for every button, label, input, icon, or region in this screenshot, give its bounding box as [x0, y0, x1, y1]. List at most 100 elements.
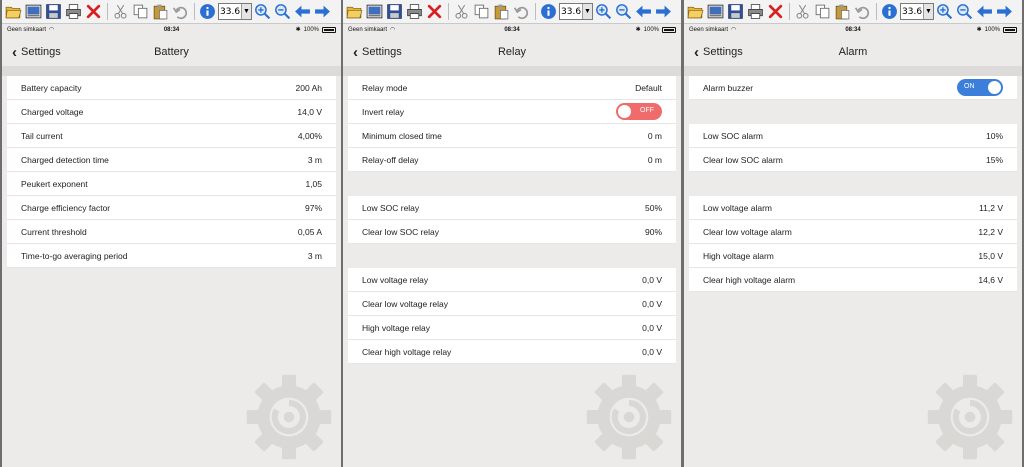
- setting-row-clear-high-voltage-relay[interactable]: Clear high voltage relay 0,0 V: [348, 340, 676, 364]
- setting-row-clear-low-voltage-relay[interactable]: Clear low voltage relay 0,0 V: [348, 292, 676, 316]
- setting-row-high-voltage-alarm[interactable]: High voltage alarm 15,0 V: [689, 244, 1017, 268]
- back-arrow-button[interactable]: [634, 2, 653, 21]
- status-bar: Geen simkaart ◠ 08:34 ✱ 100%: [2, 24, 341, 35]
- toggle-switch[interactable]: OFF: [616, 103, 662, 120]
- setting-row-low-voltage-alarm[interactable]: Low voltage alarm 11,2 V: [689, 196, 1017, 220]
- forward-arrow-button[interactable]: [995, 2, 1014, 21]
- setting-row-battery-capacity[interactable]: Battery capacity 200 Ah: [7, 76, 336, 100]
- chevron-down-icon[interactable]: ▼: [241, 4, 251, 19]
- setting-row-clear-high-voltage-alarm[interactable]: Clear high voltage alarm 14,6 V: [689, 268, 1017, 292]
- paste-button[interactable]: [833, 2, 852, 21]
- zoom-in-button[interactable]: [594, 2, 613, 21]
- setting-row-minimum-closed-time[interactable]: Minimum closed time 0 m: [348, 124, 676, 148]
- back-button[interactable]: ‹ Settings: [353, 45, 402, 60]
- setting-row-current-threshold[interactable]: Current threshold 0,05 A: [7, 220, 336, 244]
- zoom-out-icon: [615, 3, 632, 20]
- zoom-in-button[interactable]: [253, 2, 272, 21]
- copy-button[interactable]: [472, 2, 491, 21]
- setting-row-charged-voltage[interactable]: Charged voltage 14,0 V: [7, 100, 336, 124]
- image-icon: [707, 3, 724, 20]
- print-button[interactable]: [746, 2, 765, 21]
- setting-row-low-soc-alarm[interactable]: Low SOC alarm 10%: [689, 124, 1017, 148]
- setting-row-charge-efficiency-factor[interactable]: Charge efficiency factor 97%: [7, 196, 336, 220]
- print-button[interactable]: [64, 2, 83, 21]
- info-button[interactable]: [539, 2, 558, 21]
- zoom-out-button[interactable]: [273, 2, 292, 21]
- undo-button[interactable]: [512, 2, 531, 21]
- toggle-switch[interactable]: ON: [957, 79, 1003, 96]
- forward-arrow-button[interactable]: [654, 2, 673, 21]
- image-button[interactable]: [24, 2, 43, 21]
- zoom-in-button[interactable]: [935, 2, 954, 21]
- zoom-out-icon: [956, 3, 973, 20]
- zoom-out-button[interactable]: [614, 2, 633, 21]
- setting-row-clear-low-soc-relay[interactable]: Clear low SOC relay 90%: [348, 220, 676, 244]
- save-button[interactable]: [44, 2, 63, 21]
- delete-button[interactable]: [766, 2, 785, 21]
- setting-row-high-voltage-relay[interactable]: High voltage relay 0,0 V: [348, 316, 676, 340]
- image-button[interactable]: [365, 2, 384, 21]
- forward-arrow-button[interactable]: [313, 2, 332, 21]
- undo-button[interactable]: [853, 2, 872, 21]
- setting-row-clear-low-voltage-alarm[interactable]: Clear low voltage alarm 12,2 V: [689, 220, 1017, 244]
- gear-logo-icon: [245, 373, 333, 461]
- setting-row-relay-mode[interactable]: Relay mode Default: [348, 76, 676, 100]
- back-button[interactable]: ‹ Settings: [12, 45, 61, 60]
- setting-row-charged-detection-time[interactable]: Charged detection time 3 m: [7, 148, 336, 172]
- save-icon: [386, 3, 403, 20]
- undo-button[interactable]: [171, 2, 190, 21]
- info-button[interactable]: [198, 2, 217, 21]
- wifi-icon: ◠: [731, 27, 737, 33]
- battery-percent: 100%: [643, 26, 659, 33]
- delete-button[interactable]: [425, 2, 444, 21]
- battery-icon: [1003, 26, 1017, 33]
- paste-button[interactable]: [492, 2, 511, 21]
- setting-value: 0,0 V: [642, 346, 662, 357]
- setting-row-time-to-go-averaging-period[interactable]: Time-to-go averaging period 3 m: [7, 244, 336, 268]
- setting-row-tail-current[interactable]: Tail current 4,00%: [7, 124, 336, 148]
- image-button[interactable]: [706, 2, 725, 21]
- setting-row-low-voltage-relay[interactable]: Low voltage relay 0,0 V: [348, 268, 676, 292]
- setting-row-clear-low-soc-alarm[interactable]: Clear low SOC alarm 15%: [689, 148, 1017, 172]
- status-battery-group: ✱ 100%: [296, 26, 336, 33]
- status-carrier-group: Geen simkaart ◠: [348, 26, 395, 34]
- status-bar: Geen simkaart ◠ 08:34 ✱ 100%: [343, 24, 681, 35]
- save-button[interactable]: [726, 2, 745, 21]
- back-arrow-button[interactable]: [293, 2, 312, 21]
- bluetooth-icon: ✱: [635, 27, 641, 33]
- zoom-level-select[interactable]: 33.6 ▼: [559, 3, 593, 20]
- save-button[interactable]: [385, 2, 404, 21]
- setting-row-relay-off-delay[interactable]: Relay-off delay 0 m: [348, 148, 676, 172]
- setting-row-invert-relay: Invert relay OFF: [348, 100, 676, 124]
- paste-icon: [493, 3, 510, 20]
- cut-button[interactable]: [452, 2, 471, 21]
- cut-button[interactable]: [111, 2, 130, 21]
- copy-button[interactable]: [131, 2, 150, 21]
- print-button[interactable]: [405, 2, 424, 21]
- setting-value: 3 m: [307, 250, 322, 261]
- back-button[interactable]: ‹ Settings: [694, 45, 743, 60]
- open-folder-button[interactable]: [686, 2, 705, 21]
- setting-value: 3 m: [307, 154, 322, 165]
- setting-row-low-soc-relay[interactable]: Low SOC relay 50%: [348, 196, 676, 220]
- info-button[interactable]: [880, 2, 899, 21]
- setting-row-peukert-exponent[interactable]: Peukert exponent 1,05: [7, 172, 336, 196]
- open-folder-icon: [5, 3, 22, 20]
- chevron-down-icon[interactable]: ▼: [582, 4, 592, 19]
- back-arrow-button[interactable]: [975, 2, 994, 21]
- open-folder-button[interactable]: [345, 2, 364, 21]
- copy-button[interactable]: [813, 2, 832, 21]
- delete-icon: [85, 3, 102, 20]
- carrier-label: Geen simkaart: [689, 26, 729, 33]
- delete-button[interactable]: [84, 2, 103, 21]
- paste-button[interactable]: [151, 2, 170, 21]
- open-folder-button[interactable]: [4, 2, 23, 21]
- cut-button[interactable]: [793, 2, 812, 21]
- zoom-out-button[interactable]: [955, 2, 974, 21]
- zoom-level-select[interactable]: 33.6 ▼: [218, 3, 252, 20]
- zoom-level-select[interactable]: 33.6 ▼: [900, 3, 934, 20]
- setting-label: Low SOC relay: [362, 202, 420, 213]
- chevron-down-icon[interactable]: ▼: [923, 4, 933, 19]
